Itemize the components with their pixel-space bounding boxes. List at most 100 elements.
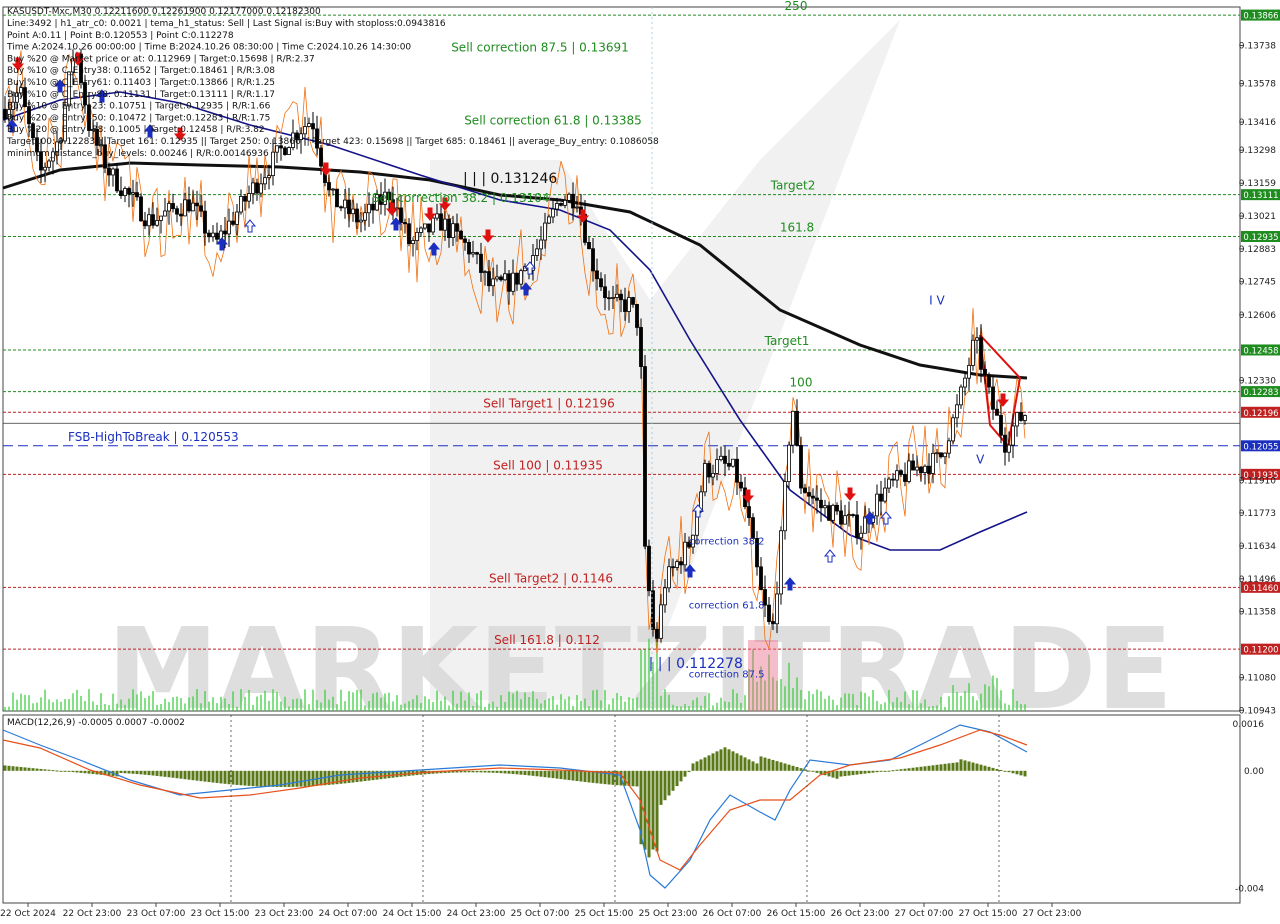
candle-body xyxy=(347,199,351,215)
info-line: Buy %10 @ C_Entry88: 0.11131 | Target:0.… xyxy=(7,90,275,100)
macd-histogram-bar xyxy=(571,770,575,781)
macd-histogram-bar xyxy=(655,770,659,852)
macd-histogram-bar xyxy=(27,767,31,771)
time-tick-label: 26 Oct 15:00 xyxy=(767,909,826,919)
time-tick-label: 24 Oct 07:00 xyxy=(319,909,378,919)
time-tick-label: 22 Oct 2024 xyxy=(0,909,56,919)
level-label: Sell correction 61.8 | 0.13385 xyxy=(464,113,642,127)
price-badge-text: 0.12055 xyxy=(1243,442,1278,452)
macd-histogram-bar xyxy=(471,770,475,773)
candle-body xyxy=(847,514,851,517)
candle-body xyxy=(211,232,215,238)
time-tick-label: 27 Oct 23:00 xyxy=(1023,909,1082,919)
info-line: Buy %20 @ Market price or at: 0.112969 |… xyxy=(7,54,315,64)
candle-body xyxy=(495,276,499,280)
macd-histogram-bar xyxy=(347,770,351,783)
candle-body xyxy=(487,271,491,287)
price-badge-text: 0.12196 xyxy=(1243,409,1278,419)
candle-body xyxy=(739,481,743,489)
candle-body xyxy=(759,566,763,590)
macd-histogram-bar xyxy=(55,770,59,772)
macd-histogram-bar xyxy=(591,770,595,783)
macd-tick-label: 0.0016 xyxy=(1233,720,1265,730)
macd-histogram-bar xyxy=(491,770,495,773)
candle-body xyxy=(243,196,247,202)
candle-body xyxy=(563,199,567,206)
candle-body xyxy=(887,478,891,489)
candle-body xyxy=(1023,415,1027,421)
macd-histogram-bar xyxy=(783,763,787,771)
candle-body xyxy=(655,628,659,639)
candle-body xyxy=(947,440,951,454)
candle-body xyxy=(623,299,627,312)
candle-body xyxy=(735,458,739,483)
candle-body xyxy=(519,270,523,285)
macd-histogram-bar xyxy=(891,770,895,772)
candle-body xyxy=(647,545,651,592)
macd-histogram-bar xyxy=(539,770,543,777)
chart-annotation: correction 87.5 xyxy=(689,670,765,681)
macd-histogram-bar xyxy=(839,770,843,777)
candle-body xyxy=(443,218,447,231)
candle-body xyxy=(271,151,275,177)
candle-body xyxy=(467,242,471,255)
price-badge-text: 0.12935 xyxy=(1243,233,1278,243)
macd-histogram-bar xyxy=(475,770,479,773)
candle-body xyxy=(951,417,955,442)
macd-histogram-bar xyxy=(155,770,159,776)
candle-body xyxy=(983,368,987,376)
candle-body xyxy=(935,452,939,455)
candle-body xyxy=(263,177,267,185)
macd-histogram-bar xyxy=(171,770,175,778)
macd-histogram-bar xyxy=(131,770,135,774)
candle-body xyxy=(511,272,515,292)
candle-body xyxy=(1011,425,1015,446)
time-tick-label: 24 Oct 23:00 xyxy=(447,909,506,919)
candle-body xyxy=(111,168,115,176)
price-badge-text: 0.13111 xyxy=(1243,191,1278,201)
macd-histogram-bar xyxy=(271,770,275,787)
chart-annotation: Sell correction 38.2 | 0.13104 xyxy=(372,191,550,205)
candle-body xyxy=(1015,411,1019,427)
macd-tick-label: 0.00 xyxy=(1244,767,1264,777)
candle-body xyxy=(703,463,707,493)
candle-body xyxy=(499,276,503,281)
candle-body xyxy=(971,339,975,366)
candle-body xyxy=(863,516,867,534)
macd-histogram-bar xyxy=(755,763,759,771)
candle-body xyxy=(787,444,791,483)
candle-body xyxy=(987,374,991,388)
candle-body xyxy=(203,210,207,234)
macd-histogram-bar xyxy=(267,770,271,787)
macd-histogram-bar xyxy=(979,764,983,771)
candle-body xyxy=(671,566,675,569)
macd-histogram-bar xyxy=(799,768,803,771)
candle-body xyxy=(199,205,203,212)
time-tick-label: 25 Oct 23:00 xyxy=(639,909,698,919)
macd-histogram-bar xyxy=(263,770,267,787)
candle-body xyxy=(235,211,239,225)
candle-body xyxy=(607,297,611,300)
macd-histogram-bar xyxy=(167,770,171,778)
candle-body xyxy=(195,202,199,207)
macd-histogram-bar xyxy=(343,770,347,784)
time-tick-label: 24 Oct 15:00 xyxy=(383,909,442,919)
candle-body xyxy=(615,293,619,298)
level-label: Sell correction 87.5 | 0.13691 xyxy=(451,41,629,55)
candle-body xyxy=(879,493,883,502)
macd-histogram-bar xyxy=(175,770,179,779)
macd-histogram-bar xyxy=(143,770,147,775)
macd-histogram-bar xyxy=(199,770,203,782)
level-label: Sell Target1 | 0.12196 xyxy=(483,396,615,410)
candle-body xyxy=(351,208,355,215)
macd-histogram-bar xyxy=(127,770,131,774)
candle-body xyxy=(587,242,591,250)
candle-body xyxy=(875,493,879,517)
level-label: Target1 xyxy=(764,334,810,348)
chart-annotation: correction 38.2 xyxy=(689,537,765,548)
macd-histogram-bar xyxy=(303,770,307,787)
macd-histogram-bar xyxy=(543,770,547,778)
chart-annotation: I V xyxy=(929,293,945,307)
candle-body xyxy=(931,452,935,474)
candle-body xyxy=(711,473,715,478)
